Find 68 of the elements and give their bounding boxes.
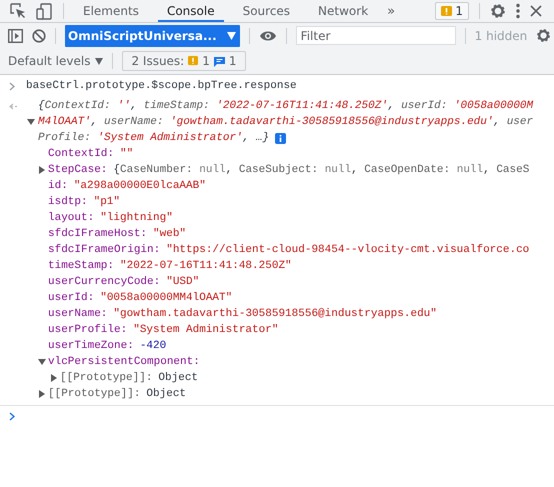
object-summary: Profile: 'System Administrator', …} <box>38 132 270 144</box>
property-name: userTimeZone: <box>48 340 134 352</box>
property-name: [[Prototype]]: <box>60 372 152 384</box>
property-value: "0058a00000MM4lOAAT" <box>100 292 232 304</box>
property-value: "USD" <box>166 276 200 288</box>
property-name: timeStamp: <box>48 260 114 272</box>
property-name: [[Prototype]]: <box>48 388 140 400</box>
property-name: id: <box>48 180 68 192</box>
property-name: userCurrencyCode: <box>48 276 160 288</box>
command-text: baseCtrl.prototype.$scope.bpTree.response <box>26 80 297 92</box>
property-value: "p1" <box>94 196 120 208</box>
property-name: userName: <box>48 308 108 320</box>
property-name: StepCase: <box>48 164 108 176</box>
property-value: Object <box>146 388 186 400</box>
panel-tab[interactable]: Elements <box>74 0 148 22</box>
info-icon[interactable] <box>275 132 286 144</box>
caret-icon <box>226 32 236 40</box>
warning-icon <box>188 56 198 66</box>
caret-icon <box>95 58 104 64</box>
eye-icon[interactable] <box>258 30 277 42</box>
object-summary: {ContextId: '', timeStamp: '2022-07-16T11:41:48.250Z', userId: '0058a00000M <box>38 100 534 112</box>
property-value: -420 <box>140 340 166 352</box>
property-value: "" <box>120 148 134 160</box>
issues-badge[interactable]: 1 <box>435 2 469 20</box>
property-name: sfdcIFrameOrigin: <box>48 244 160 256</box>
log-levels-dropdown[interactable]: Default levels <box>8 54 104 68</box>
settings-icon[interactable] <box>490 3 506 19</box>
warning-icon <box>441 6 452 16</box>
filter-field[interactable]: Filter <box>296 26 456 45</box>
property-name: userProfile: <box>48 324 128 336</box>
disclosure-triangle-icon[interactable] <box>38 390 46 398</box>
settings-icon[interactable] <box>536 28 552 43</box>
inspect-cursor-icon[interactable] <box>10 3 26 19</box>
device-toggle-icon[interactable] <box>36 2 53 20</box>
panel-tab[interactable]: Network <box>309 0 378 22</box>
object-summary: M4lOAAT', userName: 'gowtham.tadavarthi-30585918556@industryapps.edu', user <box>38 116 534 128</box>
message-icon <box>214 56 225 66</box>
property-name: ContextId: <box>48 148 114 160</box>
property-value: {CaseNumber: null, CaseSubject: null, CaseOpenDate: null, CaseS <box>113 164 530 176</box>
property-value: "web" <box>153 228 186 240</box>
clear-console-icon[interactable] <box>32 28 46 42</box>
panel-tab[interactable]: Sources <box>234 0 300 22</box>
close-icon[interactable] <box>530 5 542 17</box>
disclosure-triangle-icon[interactable] <box>50 374 58 382</box>
context-dropdown[interactable]: OmniScriptUniversa... <box>65 24 240 46</box>
issues-button[interactable]: 2 Issues: 1 1 <box>122 51 246 71</box>
disclosure-triangle-icon[interactable] <box>38 166 46 174</box>
property-value: "2022-07-16T11:41:48.250Z" <box>120 260 292 272</box>
disclosure-triangle-icon[interactable] <box>38 358 46 366</box>
property-name: isdtp: <box>48 196 88 208</box>
prompt-chevron-icon[interactable] <box>9 412 15 420</box>
result-arrow-icon <box>9 103 18 110</box>
property-name: vlcPersistentComponent: <box>48 356 200 368</box>
disclosure-triangle-icon[interactable] <box>27 118 35 126</box>
input-chevron-icon <box>9 82 15 90</box>
property-name: sfdcIFrameHost: <box>48 228 148 240</box>
more-options-icon[interactable] <box>516 3 520 19</box>
property-name: layout: <box>48 212 94 224</box>
more-tabs-button[interactable]: » <box>387 4 396 18</box>
sidebar-toggle-icon[interactable] <box>8 28 23 42</box>
property-value: "https://client-cloud-98454--vlocity-cmt.visualforce.co <box>166 244 530 256</box>
property-value: "gowtham.tadavarthi-30585918556@industryapps.edu" <box>113 308 437 320</box>
hidden-count: 1 hidden <box>474 28 528 42</box>
property-value: "System Administrator" <box>133 324 278 336</box>
property-value: Object <box>158 372 198 384</box>
property-value: "a298a00000E0lcaAAB" <box>74 180 206 192</box>
property-name: userId: <box>48 292 94 304</box>
property-value: "lightning" <box>100 212 173 224</box>
